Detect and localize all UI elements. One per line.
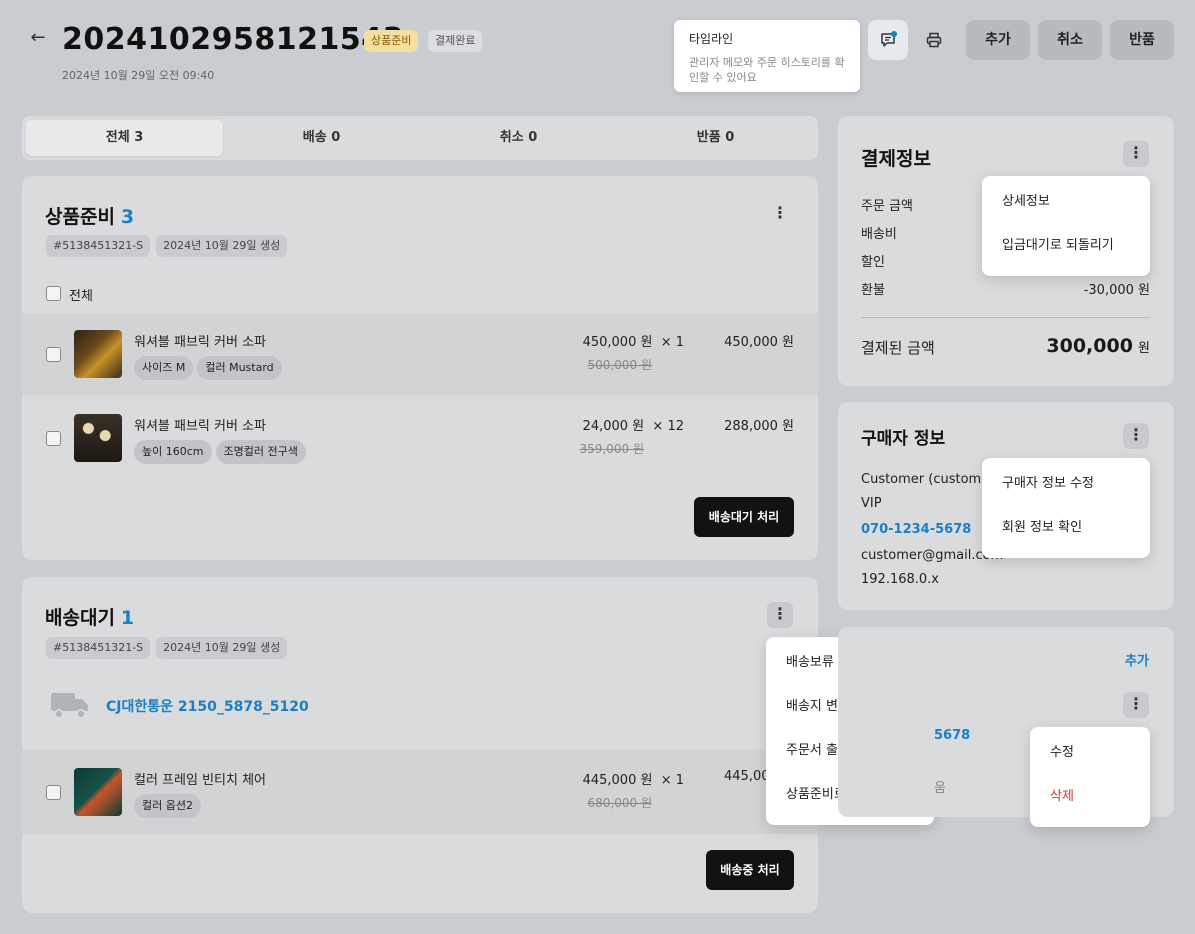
payment-title: 결제정보: [861, 148, 931, 170]
select-all-checkbox[interactable]: [46, 286, 61, 301]
return-order-button[interactable]: 반품: [1110, 20, 1174, 60]
product-name: 컬러 프레임 빈티치 체어: [134, 773, 266, 788]
unit-price: 24,000 원 × 12: [582, 419, 684, 434]
order-number: 2024102958121543: [62, 22, 404, 57]
tab-return[interactable]: 반품 0: [617, 120, 814, 156]
add-order-button[interactable]: 추가: [966, 20, 1030, 60]
product-name: 워셔블 패브릭 커버 소파: [134, 335, 266, 350]
payment-more-icon[interactable]: ⋮: [1123, 141, 1149, 167]
table-row: 워셔블 패브릭 커버 소파 높이 160cm 조명컬러 전구색 24,000 원 …: [22, 397, 818, 479]
wait-group-title: 배송대기 1: [45, 607, 135, 629]
back-arrow-icon[interactable]: ←: [26, 26, 50, 50]
product-thumbnail: [74, 768, 122, 816]
group-id-chip: #5138451321-S: [46, 637, 151, 659]
tab-cancel[interactable]: 취소 0: [420, 120, 617, 156]
product-options: 높이 160cm 조명컬러 전구색: [134, 440, 310, 464]
menu-item-view-member[interactable]: 회원 정보 확인: [982, 506, 1150, 550]
notification-dot: [891, 31, 897, 37]
printer-icon: [926, 32, 942, 48]
prep-group-meta: #5138451321-S 2024년 10월 29일 생성: [46, 234, 293, 257]
group-date-chip: 2024년 10월 29일 생성: [156, 637, 288, 659]
option-chip: 컬러 옵션2: [134, 794, 201, 818]
option-chip: 조명컬러 전구색: [215, 440, 306, 464]
payment-menu: 상세정보 입금대기로 되돌리기: [982, 176, 1150, 276]
discount-label: 할인: [861, 255, 885, 270]
timeline-button[interactable]: [868, 20, 908, 60]
product-thumbnail: [74, 414, 122, 462]
shipping-more-icon[interactable]: ⋮: [1123, 692, 1149, 718]
cancel-order-button[interactable]: 취소: [1038, 20, 1102, 60]
status-tabs: 전체 3 배송 0 취소 0 반품 0: [22, 116, 818, 160]
buyer-more-icon[interactable]: ⋮: [1123, 423, 1149, 449]
tab-shipping[interactable]: 배송 0: [223, 120, 420, 156]
prep-more-icon[interactable]: ⋮: [767, 201, 793, 227]
order-amount-label: 주문 금액: [861, 199, 913, 214]
table-row: 워셔블 패브릭 커버 소파 사이즈 M 컬러 Mustard 450,000 원 …: [22, 313, 818, 395]
ready-to-ship-button[interactable]: 배송대기 처리: [694, 497, 794, 537]
buyer-ip: 192.168.0.x: [861, 572, 939, 587]
row-checkbox[interactable]: [46, 347, 61, 362]
select-all-label: 전체: [69, 289, 93, 304]
tooltip-title: 타임라인: [689, 32, 734, 46]
menu-item-edit[interactable]: 수정: [1030, 731, 1150, 775]
line-total: 288,000 원: [724, 419, 794, 434]
row-checkbox[interactable]: [46, 785, 61, 800]
product-thumbnail: [74, 330, 122, 378]
option-chip: 사이즈 M: [134, 356, 194, 380]
buyer-grade: VIP: [861, 496, 882, 511]
table-row: 컬러 프레임 빈티치 체어 컬러 옵션2 445,000 원 × 1 680,0…: [22, 750, 818, 834]
row-checkbox[interactable]: [46, 431, 61, 446]
divider: [861, 317, 1150, 318]
group-date-chip: 2024년 10월 29일 생성: [156, 235, 288, 257]
shipping-phone-link[interactable]: 5678: [934, 728, 970, 743]
print-button[interactable]: [914, 20, 954, 60]
tooltip-body: 관리자 메모와 주문 히스토리를 확인할 수 있어요: [689, 56, 845, 84]
shipping-fee-label: 배송비: [861, 227, 897, 242]
option-chip: 높이 160cm: [134, 440, 212, 464]
paid-amount-label: 결제된 금액: [861, 339, 935, 357]
status-badge: 상품준비: [364, 30, 419, 52]
product-options: 사이즈 M 컬러 Mustard: [134, 356, 286, 380]
buyer-phone-link[interactable]: 070-1234-5678: [861, 522, 971, 537]
unit-price: 445,000 원 × 1: [582, 773, 684, 788]
tab-all[interactable]: 전체 3: [26, 120, 223, 156]
option-chip: 컬러 Mustard: [197, 356, 282, 380]
shipping-menu: 수정 삭제: [1030, 727, 1150, 827]
prep-group-card: 상품준비 3 ⋮ #5138451321-S 2024년 10월 29일 생성 전체…: [22, 176, 818, 560]
start-shipping-button[interactable]: 배송중 처리: [706, 850, 794, 890]
wait-group-count: 1: [120, 607, 135, 629]
menu-item-detail[interactable]: 상세정보: [982, 180, 1150, 224]
line-total: 450,000 원: [724, 335, 794, 350]
order-date: 2024년 10월 29일 오전 09:40: [62, 69, 215, 82]
buyer-title: 구매자 정보: [861, 429, 946, 449]
menu-item-revert-pending[interactable]: 입금대기로 되돌리기: [982, 224, 1150, 268]
refund-label: 환불: [861, 283, 885, 298]
tracking-link[interactable]: CJ대한통운 2150_5878_5120: [106, 696, 309, 716]
add-shipping-link[interactable]: 추가: [1125, 650, 1149, 669]
original-price: 359,000 원: [579, 442, 644, 456]
original-price: 500,000 원: [587, 358, 652, 372]
group-id-chip: #5138451321-S: [46, 235, 151, 257]
timeline-tooltip: 타임라인 관리자 메모와 주문 히스토리를 확인할 수 있어요: [674, 20, 860, 92]
refund-value: -30,000 원: [1083, 283, 1150, 298]
unit-price: 450,000 원 × 1: [582, 335, 684, 350]
product-options: 컬러 옵션2: [134, 794, 205, 818]
menu-item-delete[interactable]: 삭제: [1030, 775, 1150, 819]
prep-group-count: 3: [120, 206, 135, 228]
wait-more-icon[interactable]: ⋮: [767, 602, 793, 628]
shipping-address: 움: [934, 781, 946, 796]
prep-group-title: 상품준비 3: [45, 206, 135, 228]
truck-icon: [51, 693, 88, 719]
paid-amount: 300,000 원: [1046, 335, 1150, 357]
product-name: 워셔블 패브릭 커버 소파: [134, 419, 266, 434]
buyer-name: Customer (custome: [861, 472, 990, 487]
original-price: 680,000 원: [587, 796, 652, 810]
payment-badge: 결제완료: [428, 30, 483, 52]
wait-group-meta: #5138451321-S 2024년 10월 29일 생성: [46, 636, 293, 659]
wait-group-card: 배송대기 1 ⋮ #5138451321-S 2024년 10월 29일 생성 CJ…: [22, 577, 818, 913]
menu-item-edit-buyer[interactable]: 구매자 정보 수정: [982, 462, 1150, 506]
buyer-menu: 구매자 정보 수정 회원 정보 확인: [982, 458, 1150, 558]
